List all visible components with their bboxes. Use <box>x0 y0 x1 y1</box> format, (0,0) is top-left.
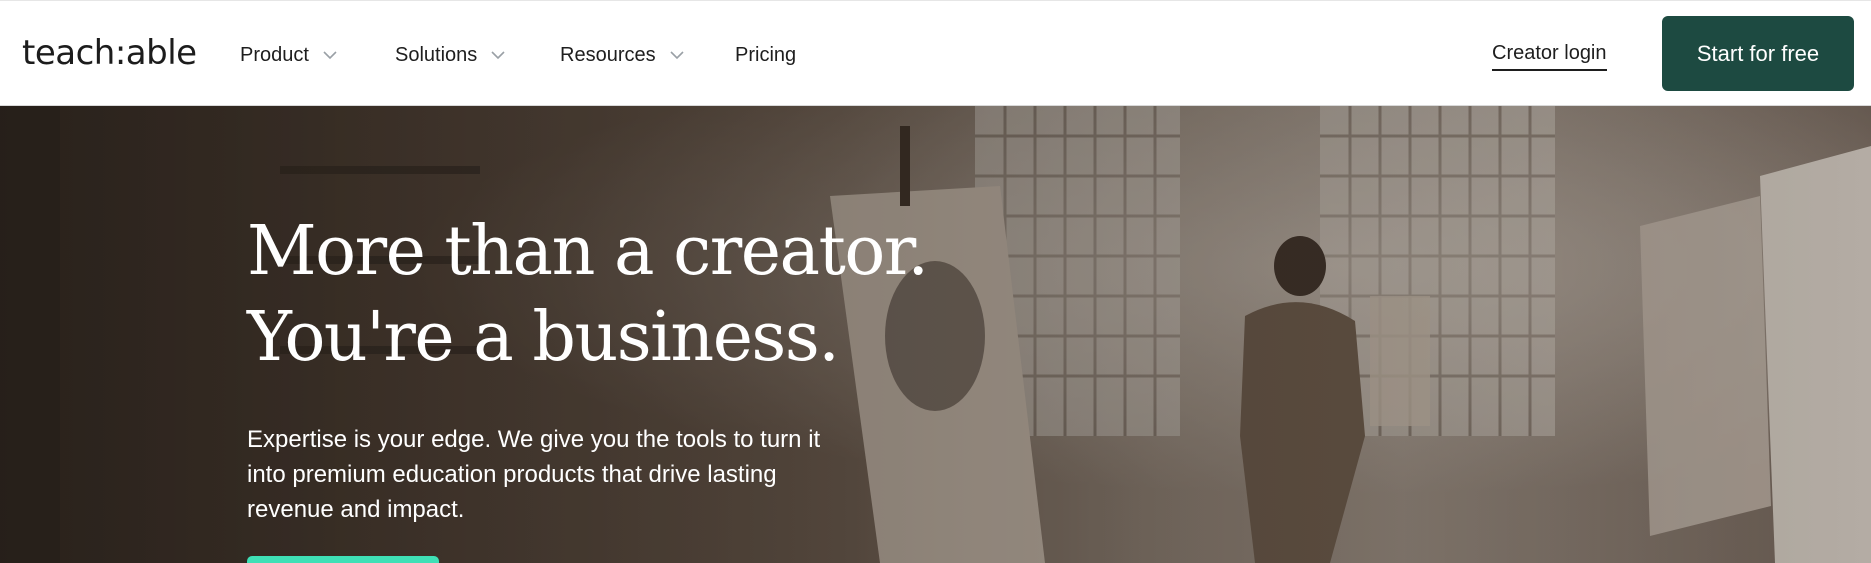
creator-login-link[interactable]: Creator login <box>1492 42 1607 71</box>
chevron-down-icon <box>670 51 684 60</box>
chevron-down-icon <box>491 51 505 60</box>
hero-headline-line: More than a creator. <box>247 212 929 291</box>
nav-item-label: Resources <box>560 43 656 66</box>
nav-item-pricing[interactable]: Pricing <box>735 41 796 69</box>
nav-item-resources[interactable]: Resources <box>560 41 684 69</box>
nav-item-solutions[interactable]: Solutions <box>395 41 505 69</box>
hero-subtext-line: Expertise is your edge. We give you the … <box>247 426 821 453</box>
nav-item-label: Product <box>240 43 309 66</box>
hero-subtext-line: into premium education products that dri… <box>247 461 777 488</box>
hero-section: More than a creator. You're a business. … <box>0 106 1871 563</box>
hero-cta-button[interactable] <box>247 556 439 563</box>
teachable-logo[interactable]: teach:able <box>22 33 197 73</box>
site-header: teach:able Product Solutions Resources P… <box>0 0 1871 106</box>
start-for-free-button[interactable]: Start for free <box>1662 16 1854 91</box>
chevron-down-icon <box>323 51 337 60</box>
hero-headline: More than a creator. You're a business. <box>247 209 929 381</box>
hero-subtext-line: revenue and impact. <box>247 496 465 523</box>
nav-item-label: Solutions <box>395 43 478 66</box>
hero-headline-line: You're a business. <box>247 298 840 377</box>
hero-subtext: Expertise is your edge. We give you the … <box>247 422 887 527</box>
nav-item-product[interactable]: Product <box>240 41 337 69</box>
nav-item-label: Pricing <box>735 43 797 66</box>
